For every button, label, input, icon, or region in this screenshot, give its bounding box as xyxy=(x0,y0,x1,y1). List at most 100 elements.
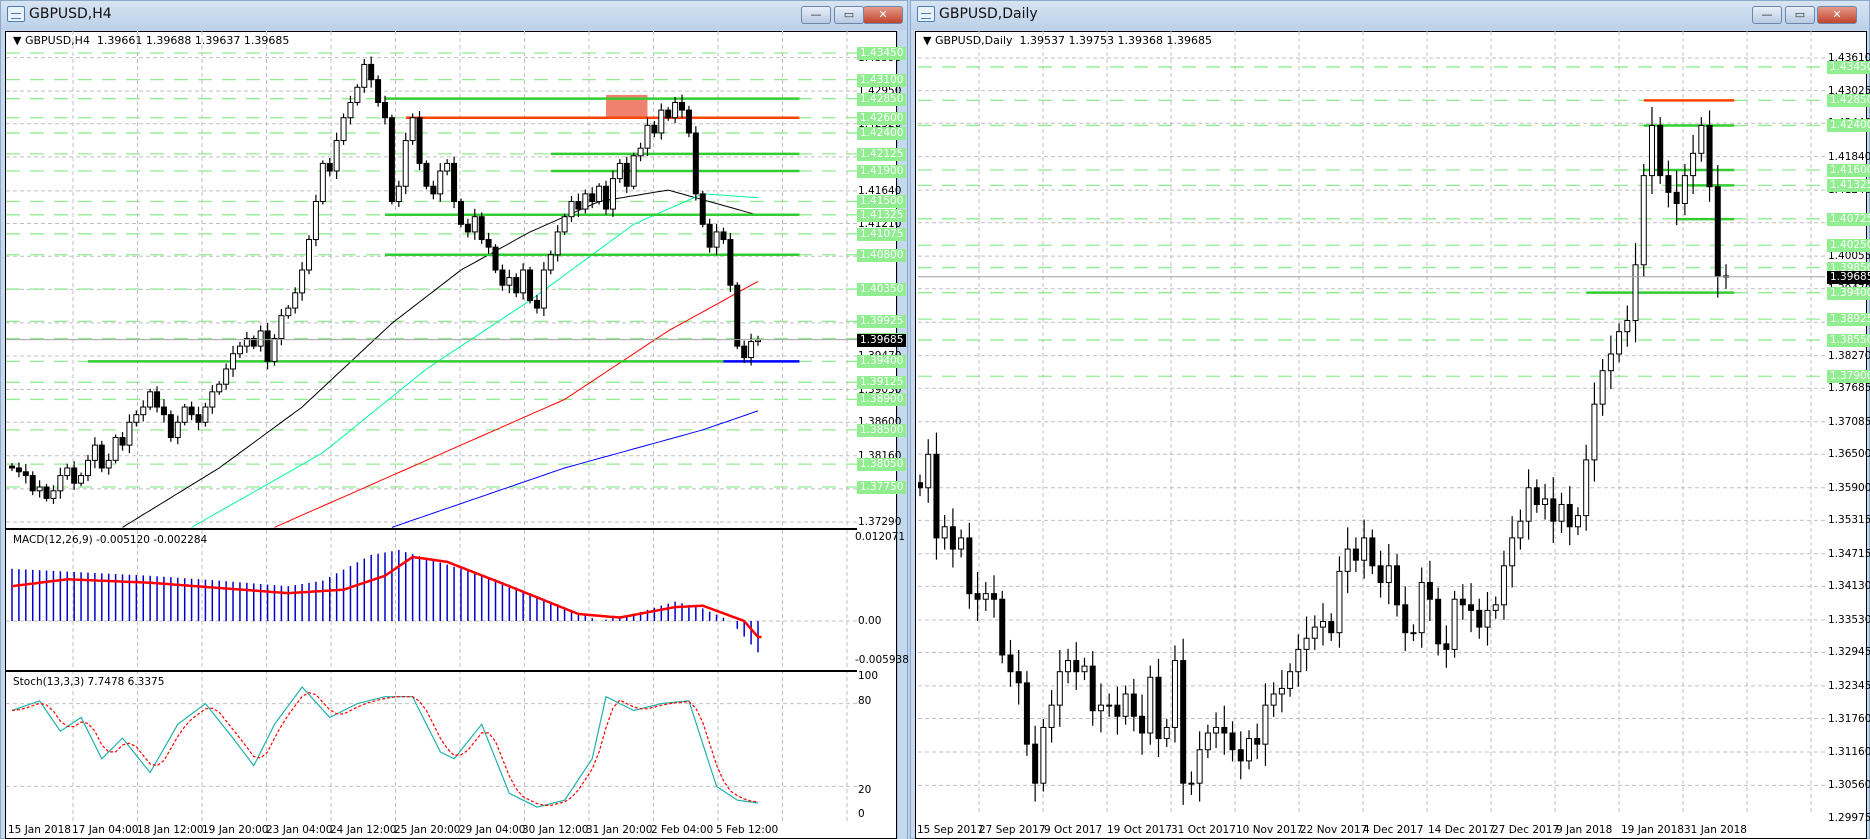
candle-body xyxy=(1632,264,1639,322)
close-button[interactable]: ✕ xyxy=(1817,6,1857,24)
candle-body xyxy=(1188,782,1195,785)
candle-body xyxy=(354,86,361,103)
indicator-background xyxy=(6,528,857,822)
time-label: 9 Jan 2018 xyxy=(1556,824,1613,836)
candle-body xyxy=(230,353,237,370)
window-titlebar[interactable]: GBPUSD,H4 — ▭ ✕ xyxy=(1,1,907,30)
level-price-label: 1.39925 xyxy=(857,315,907,329)
candle-body xyxy=(1550,498,1557,522)
level-price-label: 1.42400 xyxy=(857,126,907,140)
stoch-axis-80: 80 xyxy=(858,695,872,707)
candle-body xyxy=(513,277,520,294)
time-label: 25 Jan 20:00 xyxy=(394,824,461,836)
candle-body xyxy=(918,482,923,489)
candle-body xyxy=(437,170,444,195)
candle-body xyxy=(1048,704,1055,728)
time-label: 15 Jan 2018 xyxy=(8,824,71,836)
minimize-button[interactable]: — xyxy=(1752,6,1782,24)
window-titlebar[interactable]: GBPUSD,Daily — ▭ ✕ xyxy=(911,1,1869,30)
candle-body xyxy=(71,467,78,484)
candle-body xyxy=(1221,726,1228,734)
candle-body xyxy=(933,453,940,539)
candle-body xyxy=(665,109,672,119)
time-label: 10 Nov 2017 xyxy=(1236,824,1304,836)
candle-body xyxy=(1698,124,1705,154)
candle-body xyxy=(195,414,202,423)
candle-body xyxy=(105,459,112,469)
dropdown-arrow-icon[interactable]: ▼ xyxy=(13,34,25,47)
time-label: 31 Jan 2018 xyxy=(1684,824,1747,836)
candle-body xyxy=(202,406,209,423)
price-tick-label: 1.32945 xyxy=(1828,646,1870,659)
window-title: GBPUSD,H4 xyxy=(29,6,112,22)
level-price-label: 1.43450 xyxy=(1827,60,1870,74)
candle-body xyxy=(637,147,644,157)
level-price-label: 1.41325 xyxy=(857,208,907,222)
candle-body xyxy=(1171,660,1178,728)
candle-body xyxy=(991,593,998,600)
level-price-label: 1.42125 xyxy=(857,147,907,161)
close-button[interactable]: ✕ xyxy=(863,6,903,24)
candle-body xyxy=(568,200,575,218)
candle-body xyxy=(98,444,105,469)
candle-body xyxy=(520,269,527,294)
candle-body xyxy=(1081,665,1088,673)
level-price-label: 1.38900 xyxy=(857,393,907,407)
level-price-label: 1.38050 xyxy=(857,458,907,472)
candle-body xyxy=(402,140,409,187)
candle-body xyxy=(1361,537,1368,561)
candle-body xyxy=(382,101,388,119)
candle-body xyxy=(464,223,471,233)
candle-body xyxy=(575,200,582,210)
candle-body xyxy=(699,193,706,225)
candle-body xyxy=(133,414,140,423)
candle-body xyxy=(941,526,948,539)
level-price-label: 1.43450 xyxy=(857,47,907,60)
candle-body xyxy=(1492,604,1499,611)
candle-body xyxy=(630,155,637,187)
candle-body xyxy=(1344,548,1351,572)
price-tick-label: 1.36500 xyxy=(1828,448,1870,461)
candle-body xyxy=(506,277,513,286)
candle-body xyxy=(1657,124,1664,177)
minimize-button[interactable]: — xyxy=(801,6,831,24)
candle-body xyxy=(430,185,437,195)
level-price-label: 1.38500 xyxy=(857,423,907,437)
level-price-label: 1.42850 xyxy=(1827,94,1870,108)
candle-body xyxy=(1311,626,1318,639)
price-tick-label: 1.37290 xyxy=(858,516,902,529)
daily-chart-canvas[interactable] xyxy=(918,31,1825,816)
candle-body xyxy=(154,391,161,408)
candle-body xyxy=(1245,738,1252,762)
candle-body xyxy=(1665,175,1672,193)
dropdown-arrow-icon[interactable]: ▼ xyxy=(923,34,935,47)
level-price-label: 1.41500 xyxy=(857,195,907,209)
restore-button[interactable]: ▭ xyxy=(1785,6,1815,24)
candle-body xyxy=(999,598,1006,656)
candle-body xyxy=(1229,732,1236,751)
time-label: 29 Jan 04:00 xyxy=(459,824,526,836)
candle-body xyxy=(471,216,478,233)
price-tick-label: 1.34715 xyxy=(1828,547,1870,560)
candle-body xyxy=(1262,704,1269,745)
candle-body xyxy=(9,465,15,469)
candle-body xyxy=(1624,320,1631,333)
candle-body xyxy=(1517,520,1524,539)
candle-body xyxy=(1468,604,1475,611)
candle-body xyxy=(140,406,147,416)
candle-body xyxy=(1525,487,1532,522)
ohlc-readout: GBPUSD,H4 1.39661 1.39688 1.39637 1.3968… xyxy=(24,34,290,47)
candle-body xyxy=(50,490,57,499)
candle-body xyxy=(1114,704,1121,717)
h4-chart-canvas[interactable] xyxy=(6,31,857,822)
time-label: 17 Jan 04:00 xyxy=(72,824,139,836)
restore-button[interactable]: ▭ xyxy=(834,6,864,24)
candle-body xyxy=(1032,743,1039,784)
candle-body xyxy=(492,246,499,271)
candle-body xyxy=(672,101,679,119)
candle-body xyxy=(966,537,973,595)
candle-body xyxy=(1287,671,1294,689)
candle-body xyxy=(43,486,50,499)
candle-body xyxy=(340,117,347,142)
candle-body xyxy=(974,593,981,600)
